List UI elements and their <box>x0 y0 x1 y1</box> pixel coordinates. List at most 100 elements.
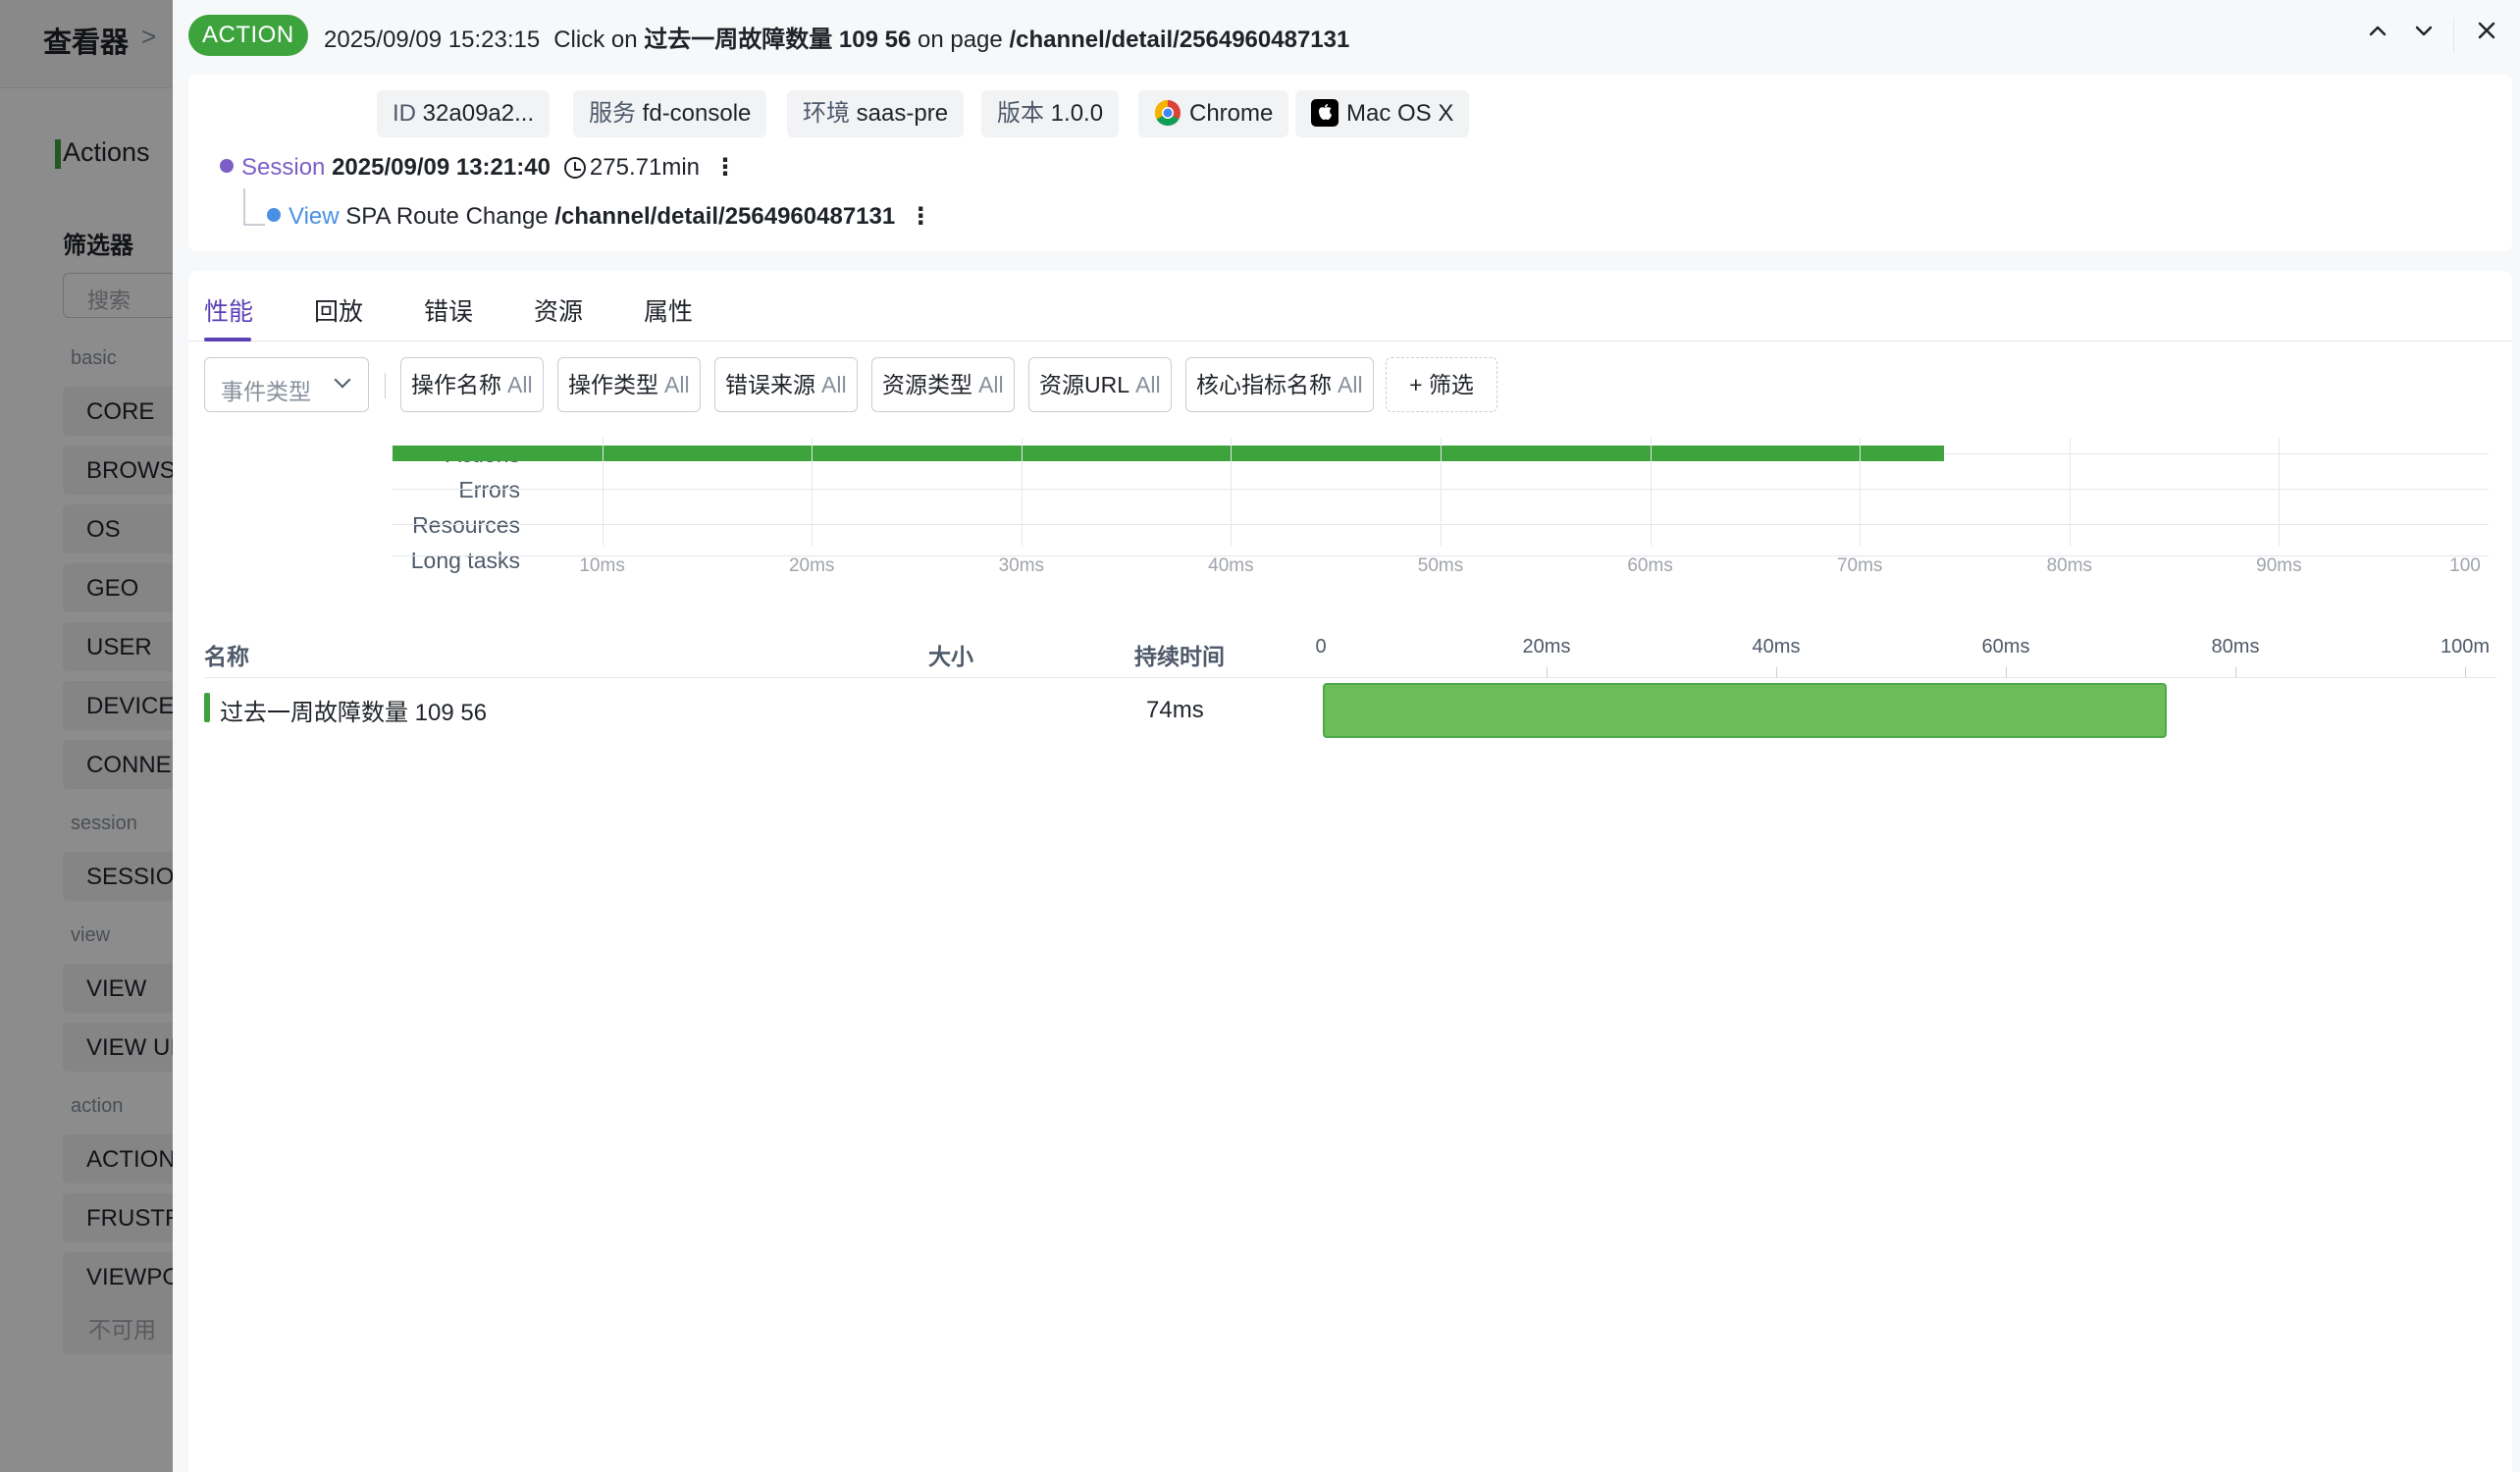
close-icon[interactable] <box>2470 18 2503 51</box>
chrome-icon <box>1154 96 1181 127</box>
overview-grid[interactable]: 10ms 20ms 30ms 40ms 50ms 60ms 70ms 80ms 90ms 100 <box>393 428 2489 576</box>
filter-value: All <box>821 372 847 397</box>
view-type: SPA Route Change <box>345 203 549 230</box>
overview-vgridline <box>1650 438 1652 546</box>
filter-core-metric[interactable]: 核心指标名称 All <box>1185 357 1374 412</box>
event-type-badge: ACTION <box>188 15 308 56</box>
session-label[interactable]: Session <box>241 154 325 181</box>
row-type-marker <box>204 693 210 722</box>
filter-action-name[interactable]: 操作名称 All <box>400 357 544 412</box>
chip-version[interactable]: 版本 1.0.0 <box>981 90 1120 137</box>
waterfall-tick-label: 40ms <box>1752 636 1801 657</box>
active-tab-indicator <box>204 338 251 342</box>
chevron-down-icon[interactable] <box>2407 18 2441 51</box>
overview-vgridline <box>2279 438 2281 546</box>
filter-value: All <box>507 372 533 397</box>
chip-browser[interactable]: Chrome <box>1138 90 1289 137</box>
filter-resource-url[interactable]: 资源URL All <box>1028 357 1172 412</box>
chip-browser-value: Chrome <box>1189 100 1274 127</box>
add-filter-button[interactable]: + 筛选 <box>1386 357 1497 412</box>
overview-tick-label: 50ms <box>1417 555 1464 576</box>
chip-os[interactable]: Mac OS X <box>1295 90 1470 137</box>
overview-tick-label: 70ms <box>1836 555 1883 576</box>
tab-resources[interactable]: 资源 <box>534 292 583 328</box>
event-timestamp: 2025/09/09 15:23:15 <box>324 26 541 53</box>
tab-attributes[interactable]: 属性 <box>644 292 693 328</box>
overview-vgridline <box>1860 438 1862 546</box>
filter-resource-type[interactable]: 资源类型 All <box>871 357 1015 412</box>
filter-bar: 事件类型 操作名称 All 操作类型 All 错误来源 All 资源类型 All 资源U… <box>204 357 2500 412</box>
chip-version-value: 1.0.0 <box>1050 100 1104 127</box>
waterfall-tick-label: 100m <box>2440 636 2491 657</box>
waterfall-tickmark <box>2006 667 2007 677</box>
overview-tick-label: 60ms <box>1627 555 1673 576</box>
event-type-select[interactable]: 事件类型 <box>204 357 369 412</box>
chip-env-key: 环境 <box>803 100 850 127</box>
waterfall-tick-label: 80ms <box>2211 636 2260 657</box>
events-table: 名称 大小 持续时间 0 20ms 40ms 60ms 80ms 100m 过去一周故障数… <box>188 624 2512 762</box>
drawer-header: ACTION 2025/09/09 15:23:15 Click on 过去一周故… <box>173 0 2520 71</box>
overview-vgridline <box>1441 438 1442 546</box>
filter-label: 操作类型 <box>568 372 658 397</box>
overview-vgridline <box>602 438 604 546</box>
chip-service[interactable]: 服务 fd-console <box>573 90 767 137</box>
chip-service-value: fd-console <box>642 100 752 127</box>
view-path: /channel/detail/2564960487131 <box>554 203 896 230</box>
view-label[interactable]: View <box>289 203 340 230</box>
filter-value: All <box>978 372 1004 397</box>
view-more-icon[interactable]: ⋮ <box>909 202 932 231</box>
tab-errors[interactable]: 错误 <box>424 292 473 328</box>
waterfall-tick-label: 60ms <box>1981 636 2030 657</box>
col-duration[interactable]: 持续时间 <box>1134 638 1225 671</box>
table-header-divider <box>204 677 2496 678</box>
filter-action-type[interactable]: 操作类型 All <box>557 357 701 412</box>
header-divider <box>2453 18 2454 53</box>
col-size[interactable]: 大小 <box>928 638 973 671</box>
chip-version-key: 版本 <box>997 100 1044 127</box>
context-card: ID 32a09a2... 服务 fd-console 环境 saas-pre … <box>188 75 2512 251</box>
overview-vgridline <box>1231 438 1233 546</box>
overview-tick-label: 20ms <box>788 555 835 576</box>
view-line: View SPA Route Change /channel/detail/25… <box>267 202 932 231</box>
overview-vgridline <box>2069 438 2071 546</box>
waterfall-tick-label: 0 <box>1315 636 1327 657</box>
filter-label: 操作名称 <box>411 372 501 397</box>
event-click-on: Click on <box>553 26 638 53</box>
filter-label: 资源URL <box>1039 372 1130 397</box>
col-name[interactable]: 名称 <box>204 638 249 671</box>
event-on-page: on page <box>918 26 1003 53</box>
overview-tick-label: 40ms <box>1208 555 1254 576</box>
row-duration: 74ms <box>1146 697 1204 723</box>
tab-performance[interactable]: 性能 <box>204 292 253 328</box>
overview-actions-bar <box>393 446 1944 461</box>
clock-icon <box>563 157 586 179</box>
table-row[interactable]: 过去一周故障数量 109 56 74ms <box>204 679 2496 738</box>
session-more-icon[interactable]: ⋮ <box>713 153 737 182</box>
detail-card: 性能 回放 错误 资源 属性 事件类型 操作名称 All 操作类型 All 错误来源… <box>188 271 2512 1472</box>
timeline-overview: Actions Errors Resources Long tasks 10ms… <box>188 428 2512 595</box>
overview-vgridline <box>812 438 814 546</box>
event-target: 过去一周故障数量 109 56 <box>644 26 912 53</box>
waterfall-bar[interactable] <box>1322 683 2167 738</box>
row-name: 过去一周故障数量 109 56 <box>220 700 488 726</box>
overview-tick-label: 10ms <box>579 555 625 576</box>
chevron-up-icon[interactable] <box>2361 18 2394 51</box>
detail-tabs: 性能 回放 错误 资源 属性 <box>188 271 2512 342</box>
filter-error-source[interactable]: 错误来源 All <box>714 357 858 412</box>
waterfall-tick-label: 20ms <box>1522 636 1571 657</box>
event-detail-drawer: ACTION 2025/09/09 15:23:15 Click on 过去一周故… <box>173 0 2520 1472</box>
tab-replay[interactable]: 回放 <box>314 292 363 328</box>
filter-value: All <box>1135 372 1161 397</box>
overview-tick-label: 30ms <box>998 555 1045 576</box>
waterfall-tickmark <box>2465 667 2466 677</box>
session-duration: 275.71min <box>589 154 700 181</box>
waterfall-tickmark <box>1547 667 1548 677</box>
chip-id-value: 32a09a2... <box>422 100 535 127</box>
event-summary: 2025/09/09 15:23:15 Click on 过去一周故障数量 109… <box>324 20 1349 54</box>
overview-tick-label: 90ms <box>2256 555 2302 576</box>
event-type-placeholder: 事件类型 <box>221 379 311 404</box>
filter-label: 核心指标名称 <box>1196 372 1332 397</box>
chip-id[interactable]: ID 32a09a2... <box>377 90 551 137</box>
chip-env[interactable]: 环境 saas-pre <box>787 90 965 137</box>
chevron-down-icon <box>334 371 351 389</box>
